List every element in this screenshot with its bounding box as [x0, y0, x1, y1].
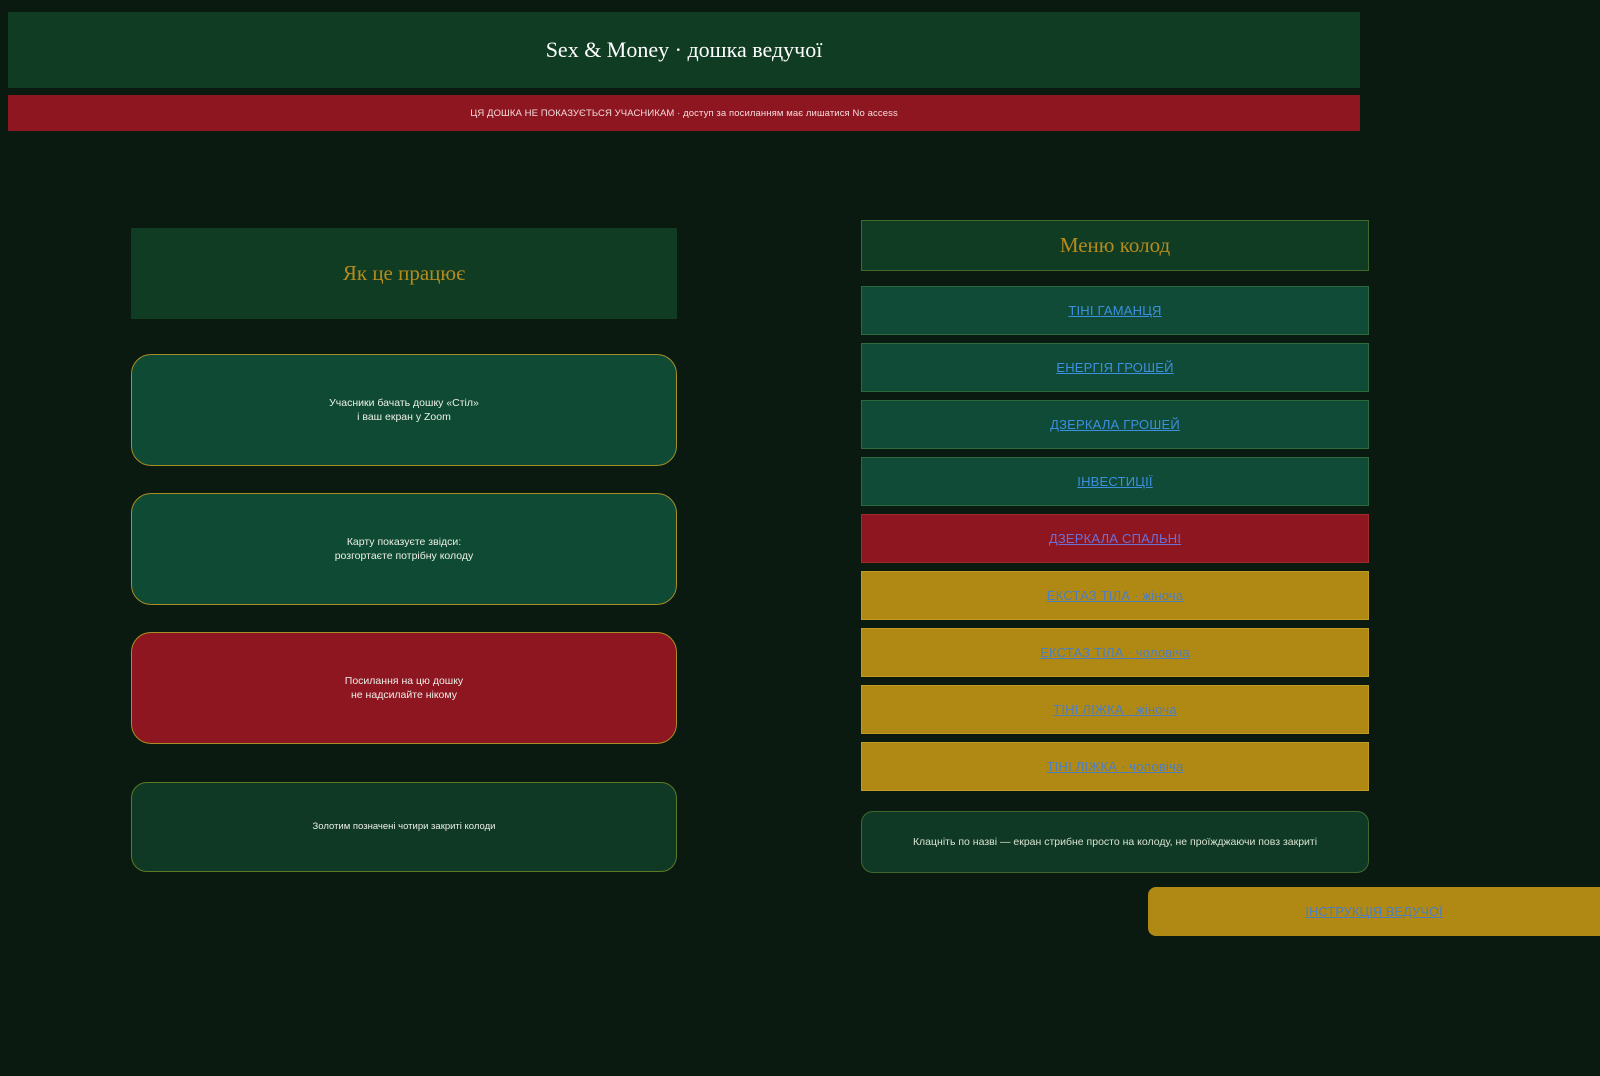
deck-link[interactable]: ТІНІ ГАМАНЦЯ	[1068, 303, 1161, 318]
info-card-gold-note: Золотим позначені чотири закриті колоди	[131, 782, 677, 872]
page-title: Sex & Money · дошка ведучої	[545, 37, 823, 62]
deck-link[interactable]: ІНВЕСТИЦІЇ	[1077, 474, 1152, 489]
deck-link[interactable]: ДЗЕРКАЛА СПАЛЬНІ	[1049, 531, 1181, 546]
info-card-show-card: Карту показуєте звідси: розгортаєте потр…	[131, 493, 677, 605]
warning-banner: ЦЯ ДОШКА НЕ ПОКАЗУЄТЬСЯ УЧАСНИКАМ · дост…	[8, 95, 1360, 131]
info-card-line: не надсилайте нікому	[351, 689, 457, 701]
info-card-participants: Учасники бачать дошку «Стіл» і ваш екран…	[131, 354, 677, 466]
deck-link[interactable]: ЕНЕРГІЯ ГРОШЕЙ	[1056, 360, 1173, 375]
deck-link[interactable]: ЕКСТАЗ ТІЛА · жіноча	[1047, 588, 1184, 603]
deck-link[interactable]: ТІНІ ЛІЖКА · жіноча	[1053, 702, 1177, 717]
deck-item-investments[interactable]: ІНВЕСТИЦІЇ	[861, 457, 1369, 506]
warning-text: ЦЯ ДОШКА НЕ ПОКАЗУЄТЬСЯ УЧАСНИКАМ · дост…	[470, 107, 898, 119]
deck-menu-title: Меню колод	[1059, 233, 1171, 257]
info-card-link-warning: Посилання на цю дошку не надсилайте ніко…	[131, 632, 677, 744]
deck-item-bed-shadows-female[interactable]: ТІНІ ЛІЖКА · жіноча	[861, 685, 1369, 734]
deck-item-body-ecstasy-female[interactable]: ЕКСТАЗ ТІЛА · жіноча	[861, 571, 1369, 620]
how-it-works-title: Як це працює	[342, 261, 466, 285]
info-card-line: розгортаєте потрібну колоду	[334, 550, 474, 562]
deck-item-money-mirrors[interactable]: ДЗЕРКАЛА ГРОШЕЙ	[861, 400, 1369, 449]
deck-menu-hint: Клацніть по назві — екран стрибне просто…	[861, 811, 1369, 873]
info-card-line: Учасники бачать дошку «Стіл»	[329, 397, 479, 409]
host-guide-link[interactable]: ІНСТРУКЦІЯ ВЕДУЧОЇ	[1305, 904, 1442, 919]
deck-link[interactable]: ДЗЕРКАЛА ГРОШЕЙ	[1050, 417, 1180, 432]
how-it-works-header: Як це працює	[131, 228, 677, 319]
deck-link[interactable]: ЕКСТАЗ ТІЛА · чоловіча	[1040, 645, 1190, 660]
deck-item-bed-shadows-male[interactable]: ТІНІ ЛІЖКА · чоловіча	[861, 742, 1369, 791]
deck-item-body-ecstasy-male[interactable]: ЕКСТАЗ ТІЛА · чоловіча	[861, 628, 1369, 677]
info-card-line: Карту показуєте звідси:	[346, 536, 462, 548]
deck-menu-header: Меню колод	[861, 220, 1369, 271]
deck-item-wallet-shadows[interactable]: ТІНІ ГАМАНЦЯ	[861, 286, 1369, 335]
deck-item-bedroom-mirrors[interactable]: ДЗЕРКАЛА СПАЛЬНІ	[861, 514, 1369, 563]
deck-menu-hint-text: Клацніть по назві — екран стрибне просто…	[912, 836, 1318, 848]
host-guide-button[interactable]: ІНСТРУКЦІЯ ВЕДУЧОЇ	[1148, 887, 1600, 936]
title-bar: Sex & Money · дошка ведучої	[8, 12, 1360, 88]
info-card-line: і ваш екран у Zoom	[357, 411, 451, 423]
info-card-line: Посилання на цю дошку	[344, 675, 464, 687]
board-page: Sex & Money · дошка ведучої ЦЯ ДОШКА НЕ …	[0, 0, 1600, 1076]
info-card-line: Золотим позначені чотири закриті колоди	[312, 821, 496, 832]
deck-link[interactable]: ТІНІ ЛІЖКА · чоловіча	[1047, 759, 1184, 774]
deck-item-money-energy[interactable]: ЕНЕРГІЯ ГРОШЕЙ	[861, 343, 1369, 392]
